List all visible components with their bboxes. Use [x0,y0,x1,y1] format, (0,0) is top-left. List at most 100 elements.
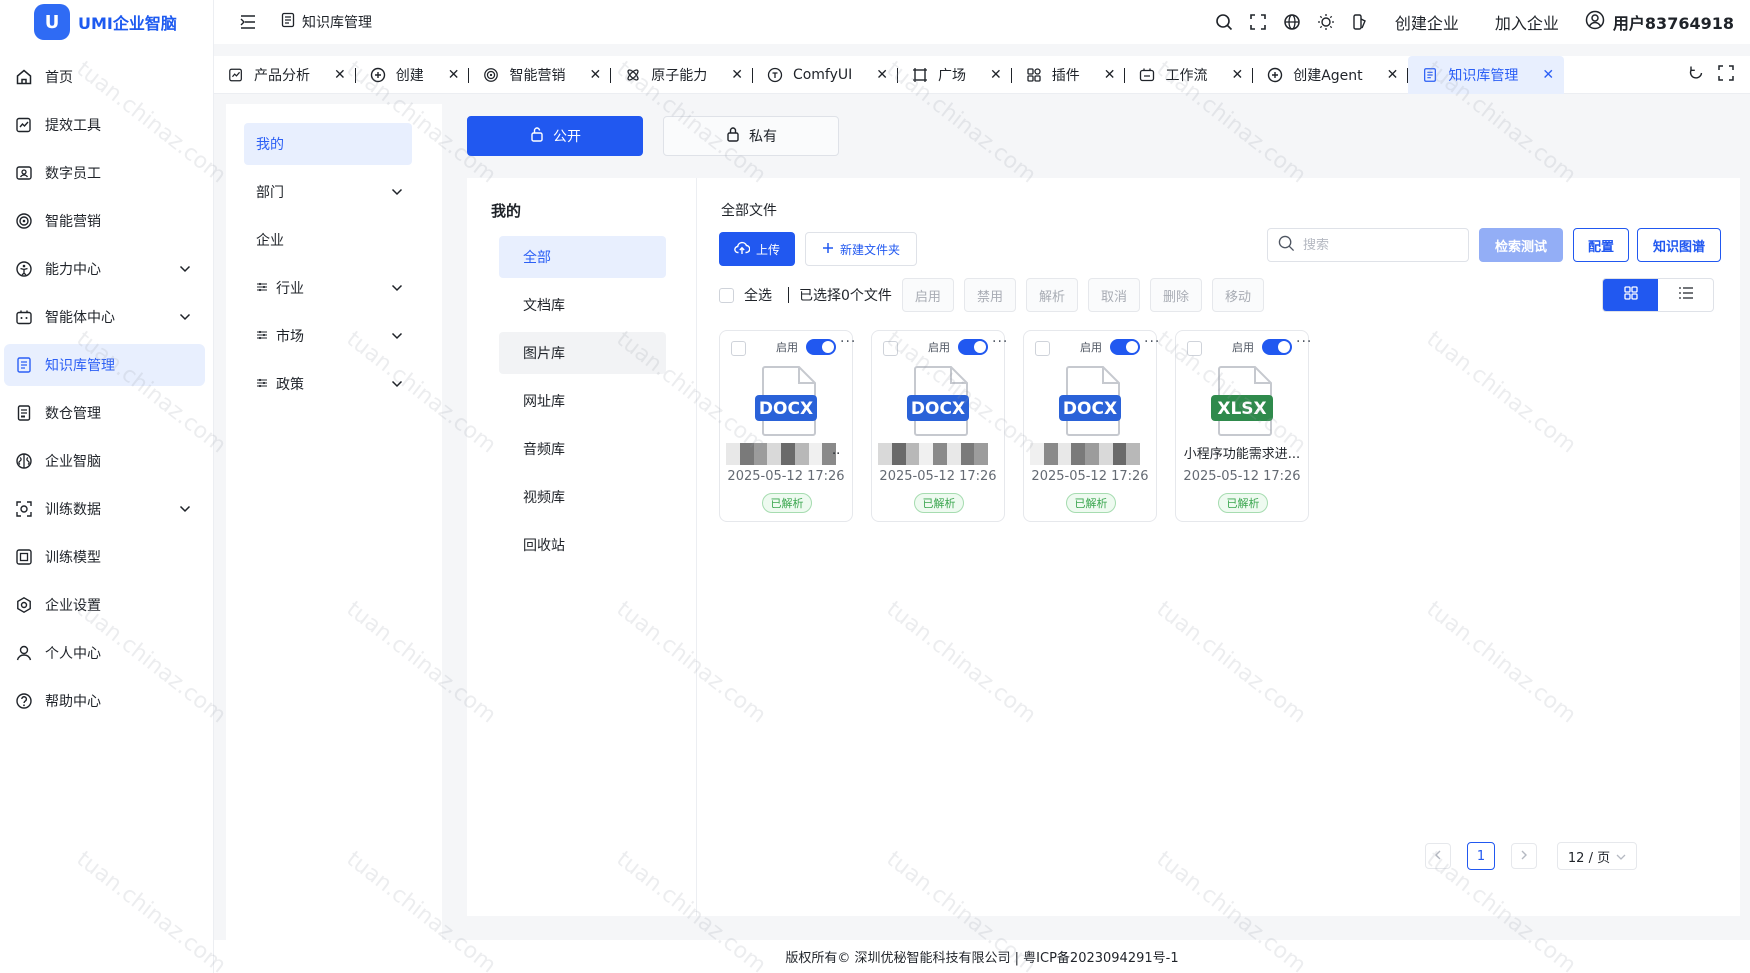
sidebar-item[interactable]: 个人中心 [4,632,205,674]
sidebar-item[interactable]: 帮助中心 [4,680,205,722]
fullscreen-icon[interactable] [1241,7,1275,37]
close-icon[interactable]: ✕ [334,67,346,83]
file-checkbox[interactable] [883,341,898,356]
tab[interactable]: 插件 ✕ [1012,56,1126,94]
file-checkbox[interactable] [1187,341,1202,356]
sidebar-item[interactable]: 企业智脑 [4,440,205,482]
private-tab[interactable]: 私有 [663,116,839,156]
file-card[interactable]: 启用 ··· DOCX 2025-05-12 17:26 已解析 [1023,330,1160,522]
more-icon[interactable]: ··· [1296,334,1312,350]
category-item[interactable]: 我的 [244,123,412,165]
sidebar-item[interactable]: 知识库管理 [4,344,205,386]
library-item[interactable]: 文档库 [499,284,666,326]
more-icon[interactable]: ··· [840,334,856,350]
category-item[interactable]: 企业 [244,219,412,261]
enable-toggle[interactable] [958,339,988,355]
chevron-down-icon[interactable] [388,284,406,292]
tab[interactable]: 原子能力 ✕ [611,56,753,94]
page-number[interactable]: 1 [1467,842,1495,870]
chevron-down-icon[interactable] [388,188,406,196]
globe-icon[interactable] [1275,7,1309,37]
category-item[interactable]: 政策 [244,363,412,405]
bulk-action-button[interactable]: 禁用 [963,278,1016,312]
sidebar-item[interactable]: 数字员工 [4,152,205,194]
more-icon[interactable]: ··· [1144,334,1160,350]
sidebar-item[interactable]: 智能体中心 [4,296,205,338]
bulk-action-button[interactable]: 解析 [1025,278,1078,312]
join-company-link[interactable]: 加入企业 [1495,10,1559,34]
bulk-action-button[interactable]: 取消 [1087,278,1140,312]
user-menu[interactable]: 用户83764918 [1585,10,1734,34]
new-folder-button[interactable]: 新建文件夹 [805,232,917,266]
enable-toggle[interactable] [806,339,836,355]
refresh-icon[interactable] [1688,65,1704,85]
public-tab[interactable]: 公开 [467,116,643,156]
tab[interactable]: 创建Agent ✕ [1253,56,1409,94]
list-view-button[interactable] [1658,279,1713,311]
sidebar-item[interactable]: 训练数据 [4,488,205,530]
category-item[interactable]: 行业 [244,267,412,309]
retrieval-test-button[interactable]: 检索测试 [1479,228,1563,262]
search-field[interactable] [1267,228,1469,262]
tab[interactable]: 工作流 ✕ [1125,56,1253,94]
checkbox[interactable] [719,287,734,303]
file-card[interactable]: 启用 ··· DOCX.. 2025-05-12 17:26 已解析 [719,330,856,522]
bulk-action-button[interactable]: 启用 [901,278,954,312]
create-company-link[interactable]: 创建企业 [1395,10,1459,34]
library-item[interactable]: 网址库 [499,380,666,422]
sun-icon[interactable] [1309,7,1343,37]
close-icon[interactable]: ✕ [1387,67,1399,83]
search-input[interactable] [1303,237,1453,253]
more-icon[interactable]: ··· [992,334,1008,350]
library-item[interactable]: 音频库 [499,428,666,470]
enable-toggle[interactable] [1262,339,1292,355]
library-item[interactable]: 视频库 [499,476,666,518]
page-size-select[interactable]: 12 / 页 [1557,842,1637,870]
library-item[interactable]: 全部 [499,236,666,278]
close-icon[interactable]: ✕ [1542,67,1554,83]
tab[interactable]: 智能营销 ✕ [469,56,611,94]
library-item[interactable]: 图片库 [499,332,666,374]
tab[interactable]: 创建 ✕ [356,56,470,94]
category-item[interactable]: 部门 [244,171,412,213]
sidebar-item[interactable]: 提效工具 [4,104,205,146]
search-icon[interactable] [1207,7,1241,37]
config-button[interactable]: 配置 [1573,228,1629,262]
tab[interactable]: 产品分析 ✕ [214,56,356,94]
sidebar-item[interactable]: 数仓管理 [4,392,205,434]
sidebar-item[interactable]: 企业设置 [4,584,205,626]
sidebar-item[interactable]: 能力中心 [4,248,205,290]
chevron-down-icon[interactable] [388,332,406,340]
tab[interactable]: ComfyUI ✕ [753,56,899,94]
close-icon[interactable]: ✕ [731,67,743,83]
close-icon[interactable]: ✕ [589,67,601,83]
next-page-button[interactable] [1511,843,1537,869]
file-checkbox[interactable] [731,341,746,356]
file-card[interactable]: 启用 ··· DOCX 2025-05-12 17:26 已解析 [871,330,1008,522]
upload-button[interactable]: 上传 [719,232,795,266]
close-icon[interactable]: ✕ [448,67,460,83]
close-icon[interactable]: ✕ [990,67,1002,83]
close-icon[interactable]: ✕ [1104,67,1116,83]
library-item[interactable]: 回收站 [499,524,666,566]
sidebar-item[interactable]: 首页 [4,56,205,98]
app-logo[interactable]: U UMI企业智脑 [0,0,213,44]
close-icon[interactable]: ✕ [1231,67,1243,83]
select-all-checkbox[interactable]: 全选 [719,285,772,305]
tab[interactable]: 知识库管理 ✕ [1408,55,1565,94]
tab[interactable]: 广场 ✕ [898,56,1012,94]
prev-page-button[interactable] [1425,843,1451,869]
bulk-action-button[interactable]: 移动 [1212,278,1265,312]
grid-view-button[interactable] [1603,279,1658,311]
chevron-down-icon[interactable] [388,380,406,388]
file-card[interactable]: 启用 ··· XLSX 小程序功能需求进... 2025-05-12 17:26 已解析 [1175,330,1312,522]
sidebar-item[interactable]: 训练模型 [4,536,205,578]
knowledge-graph-button[interactable]: 知识图谱 [1637,228,1721,262]
fullscreen-icon[interactable] [1718,64,1734,85]
bulk-action-button[interactable]: 删除 [1149,278,1202,312]
collapse-sidebar-icon[interactable] [238,12,258,32]
category-item[interactable]: 市场 [244,315,412,357]
file-checkbox[interactable] [1035,341,1050,356]
close-icon[interactable]: ✕ [876,67,888,83]
theme-icon[interactable] [1343,7,1377,37]
